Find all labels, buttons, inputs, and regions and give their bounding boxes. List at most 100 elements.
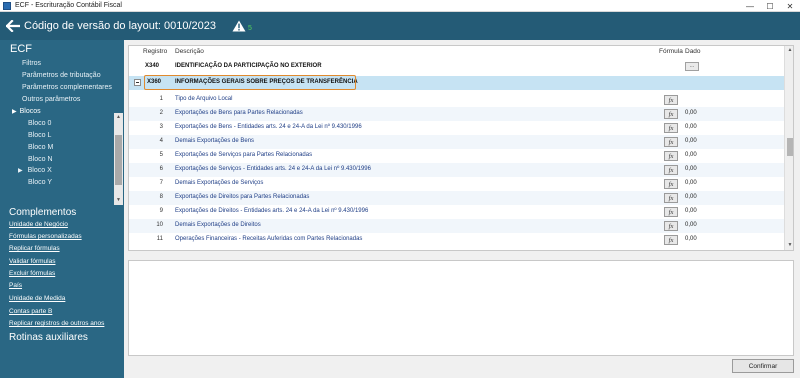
link-unidade-negocio[interactable]: Unidade de Negócio (9, 221, 68, 228)
link-contas-parte-b[interactable]: Contas parte B (9, 308, 52, 315)
row-value[interactable]: 0,00 (685, 110, 697, 116)
sidebar-item-outros-parametros[interactable]: Outros parâmetros (22, 96, 80, 103)
link-replicar-registros[interactable]: Replicar registros de outros anos (9, 320, 104, 327)
triangle-right-icon: ▶ (18, 168, 23, 174)
table-row[interactable]: 7 Demais Exportações de Serviços fx 0,00 (129, 177, 784, 191)
row-value[interactable]: 0,00 (685, 166, 697, 172)
link-validar-formulas[interactable]: Validar fórmulas (9, 258, 55, 265)
table-row[interactable]: 4 Demais Exportações de Bens fx 0,00 (129, 135, 784, 149)
formula-button[interactable]: fx (664, 165, 678, 175)
grid-scrollbar[interactable]: ▲ ▼ (784, 46, 793, 250)
back-button[interactable] (4, 17, 22, 35)
formula-button[interactable]: fx (664, 137, 678, 147)
table-row[interactable]: 1 Tipo de Arquivo Local fx (129, 93, 784, 107)
sidebar-item-parametros-complementares[interactable]: Parâmetros complementares (22, 84, 112, 91)
row-description: IDENTIFICAÇÃO DA PARTICIPAÇÃO NO EXTERIO… (175, 63, 322, 69)
row-value[interactable]: 0,00 (685, 180, 697, 186)
row-value[interactable]: 0,00 (685, 124, 697, 130)
records-grid: Registro Descrição Fórmula Dado X340 IDE… (128, 45, 794, 251)
formula-button[interactable]: fx (664, 207, 678, 217)
column-header-formula[interactable]: Fórmula (659, 48, 683, 55)
formula-button[interactable]: fx (664, 123, 678, 133)
sidebar-title: ECF (10, 43, 32, 55)
row-number: 10 (156, 222, 163, 228)
row-description: Exportações de Serviços para Partes Rela… (175, 152, 313, 158)
row-number: 8 (159, 194, 163, 200)
sidebar-item-bloco-y[interactable]: Bloco Y (28, 179, 52, 186)
row-description: Exportações de Direitos para Partes Rela… (175, 194, 310, 200)
rotinas-auxiliares-link[interactable]: Rotinas auxiliares (9, 332, 88, 343)
sidebar-scrollbar[interactable]: ▲ ▼ (114, 113, 123, 205)
formula-button[interactable]: fx (664, 151, 678, 161)
table-row[interactable]: 9 Exportações de Direitos - Entidades ar… (129, 205, 784, 219)
sidebar-item-bloco-0[interactable]: Bloco 0 (28, 120, 51, 127)
window-title: ECF - Escrituração Contábil Fiscal (15, 2, 122, 9)
warning-count: 5 (248, 24, 252, 32)
table-row[interactable]: 3 Exportações de Bens - Entidades arts. … (129, 121, 784, 135)
row-value[interactable]: 0,00 (685, 208, 697, 214)
table-row[interactable]: X340 IDENTIFICAÇÃO DA PARTICIPAÇÃO NO EX… (129, 60, 784, 74)
table-row[interactable]: 10 Demais Exportações de Direitos fx 0,0… (129, 219, 784, 233)
column-header-descricao[interactable]: Descrição (175, 48, 204, 55)
confirm-button[interactable]: Confirmar (732, 359, 794, 373)
scrollbar-thumb[interactable] (115, 135, 122, 185)
sidebar-item-bloco-x[interactable]: ▶ Bloco X (18, 167, 52, 174)
row-description: Demais Exportações de Serviços (175, 180, 264, 186)
warnings-indicator[interactable]: 5 (232, 20, 252, 32)
row-value[interactable]: 0,00 (685, 222, 697, 228)
main-content: Registro Descrição Fórmula Dado X340 IDE… (124, 40, 800, 378)
table-row[interactable]: 11 Operações Financeiras - Receitas Aufe… (129, 233, 784, 247)
table-row[interactable]: 2 Exportações de Bens para Partes Relaci… (129, 107, 784, 121)
column-header-dado[interactable]: Dado (685, 48, 701, 55)
formula-button[interactable]: fx (664, 109, 678, 119)
row-value[interactable]: 0,00 (685, 236, 697, 242)
scroll-down-icon[interactable]: ▼ (114, 196, 123, 205)
scroll-up-icon[interactable]: ▲ (114, 113, 123, 122)
collapse-icon[interactable] (134, 79, 141, 86)
scroll-up-icon[interactable]: ▲ (785, 46, 793, 55)
formula-button[interactable]: fx (664, 179, 678, 189)
row-description: Demais Exportações de Direitos (175, 222, 261, 228)
formula-button[interactable]: fx (664, 193, 678, 203)
close-button[interactable]: ✕ (780, 0, 800, 12)
link-formulas-personalizadas[interactable]: Fórmulas personalizadas (9, 233, 82, 240)
scrollbar-thumb[interactable] (787, 138, 793, 156)
table-row[interactable]: 6 Exportações de Serviços - Entidades ar… (129, 163, 784, 177)
formula-button[interactable]: fx (664, 95, 678, 105)
row-description: Tipo de Arquivo Local (175, 96, 233, 102)
formula-button[interactable]: fx (664, 221, 678, 231)
row-number: 9 (159, 208, 163, 214)
registro-code: X340 (145, 63, 160, 69)
link-pais[interactable]: País (9, 282, 22, 289)
row-number: 1 (159, 96, 163, 102)
row-description: Exportações de Serviços - Entidades arts… (175, 166, 371, 172)
sidebar-item-parametros-tributacao[interactable]: Parâmetros de tributação (22, 72, 101, 79)
sidebar-item-filtros[interactable]: Filtros (22, 60, 41, 67)
sidebar-item-bloco-m[interactable]: Bloco M (28, 144, 53, 151)
sidebar-item-blocos[interactable]: ▶ Blocos (12, 108, 41, 115)
bloco-x-label: Bloco X (27, 167, 52, 174)
scroll-down-icon[interactable]: ▼ (785, 241, 793, 250)
table-row[interactable]: 5 Exportações de Serviços para Partes Re… (129, 149, 784, 163)
link-replicar-formulas[interactable]: Replicar fórmulas (9, 245, 60, 252)
row-description: Demais Exportações de Bens (175, 138, 255, 144)
row-value[interactable]: 0,00 (685, 152, 697, 158)
triangle-right-icon: ▶ (12, 109, 17, 115)
row-number: 11 (156, 236, 163, 242)
maximize-button[interactable]: ☐ (760, 0, 780, 12)
sidebar-item-bloco-l[interactable]: Bloco L (28, 132, 51, 139)
ellipsis-button[interactable]: ... (685, 62, 699, 71)
row-description: Exportações de Direitos - Entidades arts… (175, 208, 369, 214)
column-header-registro[interactable]: Registro (143, 48, 167, 55)
row-number: 7 (159, 180, 163, 186)
row-number: 4 (159, 138, 163, 144)
row-number: 5 (159, 152, 163, 158)
table-row[interactable]: 8 Exportações de Direitos para Partes Re… (129, 191, 784, 205)
minimize-button[interactable]: — (740, 0, 760, 12)
row-value[interactable]: 0,00 (685, 138, 697, 144)
link-unidade-medida[interactable]: Unidade de Medida (9, 295, 65, 302)
sidebar-item-bloco-n[interactable]: Bloco N (28, 156, 53, 163)
link-excluir-formulas[interactable]: Excluir fórmulas (9, 270, 55, 277)
formula-button[interactable]: fx (664, 235, 678, 245)
row-value[interactable]: 0,00 (685, 194, 697, 200)
